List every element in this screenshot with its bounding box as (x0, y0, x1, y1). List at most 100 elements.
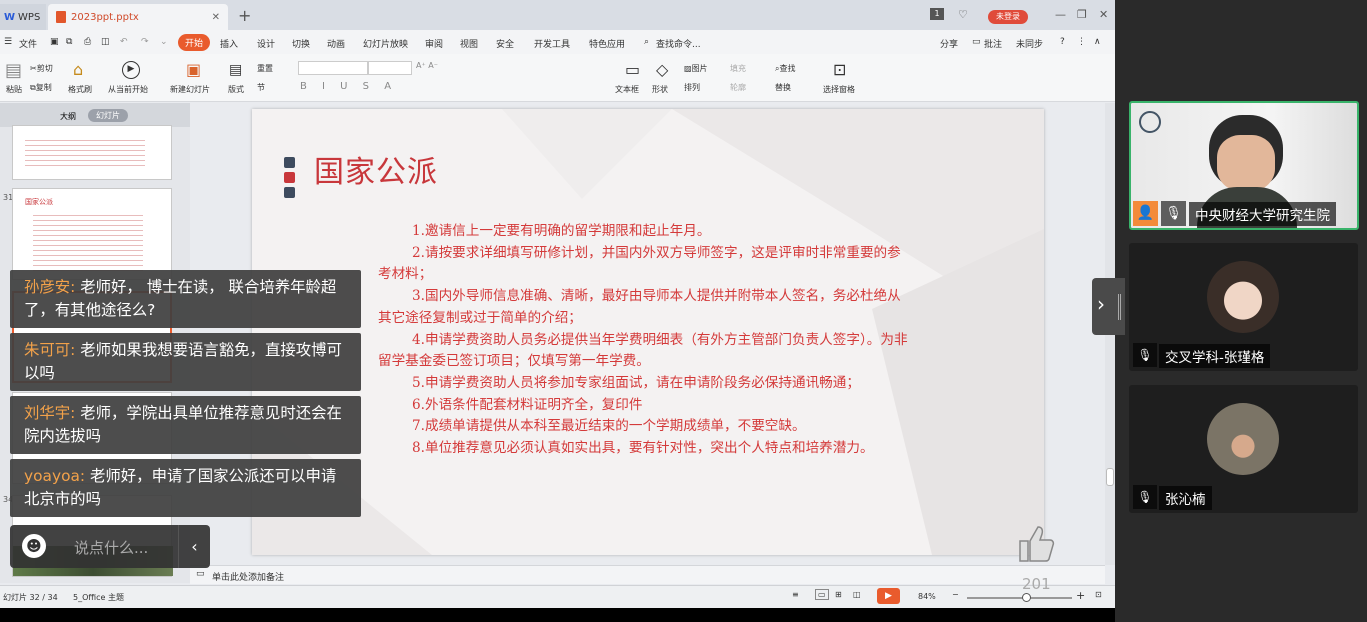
format-painter-icon[interactable]: ⌂ (73, 60, 83, 79)
chat-input-box[interactable]: ☻ 说点什么... ‹ (10, 525, 210, 568)
like-widget[interactable]: 201 (1016, 525, 1056, 593)
tab-start[interactable]: 开始 (178, 34, 211, 51)
select-pane-button[interactable]: 选择窗格 (823, 84, 855, 95)
slide-thumbnail-31[interactable]: 国家公派 (12, 188, 172, 280)
textbox-button[interactable]: 文本框 (615, 84, 639, 95)
new-slide-button[interactable]: 新建幻灯片 (170, 84, 210, 95)
thumbs-up-icon[interactable] (1016, 525, 1056, 563)
login-button[interactable]: 未登录 (988, 10, 1028, 24)
sync-button[interactable]: 未同步 (1016, 37, 1043, 50)
replace-button[interactable]: 替换 (775, 82, 791, 93)
tab-insert[interactable]: 插入 (220, 37, 238, 50)
tab-security[interactable]: 安全 (496, 37, 514, 50)
layout-icon[interactable]: 1 (930, 8, 944, 20)
export-icon[interactable]: ⧉ (66, 37, 72, 47)
play-icon[interactable]: ▶ (122, 61, 140, 79)
panel-toggle[interactable]: › (1092, 278, 1125, 335)
new-slide-icon[interactable]: ▣ (186, 60, 201, 79)
fit-window-icon[interactable]: ⊡ (1095, 590, 1102, 599)
collapse-ribbon-icon[interactable]: ∧ (1094, 37, 1101, 47)
comment-button[interactable]: 批注 (984, 37, 1002, 50)
text-format-icons[interactable]: B I U S A (300, 81, 397, 92)
muted-microphone-icon[interactable]: 🎙 (1133, 485, 1157, 509)
shape-icon[interactable]: ◇ (656, 60, 668, 79)
outline-button[interactable]: 轮廓 (730, 82, 746, 93)
add-tab-icon[interactable]: + (238, 6, 251, 25)
hamburger-icon[interactable]: ☰ (4, 37, 12, 47)
help-icon[interactable]: ? (1060, 37, 1065, 47)
more-icon[interactable]: ⋮ (1077, 37, 1086, 47)
tab-slides[interactable]: 幻灯片 (88, 109, 128, 122)
tab-features[interactable]: 特色应用 (589, 37, 625, 50)
textbox-icon[interactable]: ▭ (625, 60, 640, 79)
tab-developer[interactable]: 开发工具 (534, 37, 570, 50)
shape-button[interactable]: 形状 (652, 84, 668, 95)
paste-icon[interactable]: ▤ (5, 60, 22, 81)
file-tab-label: 2023ppt.pptx (71, 11, 139, 23)
format-painter-button[interactable]: 格式刷 (68, 84, 92, 95)
zoom-in-icon[interactable]: + (1076, 589, 1085, 602)
slideshow-play-icon[interactable]: ▶ (877, 588, 900, 604)
restore-icon[interactable]: ❐ (1077, 8, 1087, 21)
find-button[interactable]: ⌕查找 (775, 63, 795, 74)
preview-icon[interactable]: ◫ (101, 37, 110, 47)
picture-button[interactable]: ▨图片 (684, 63, 708, 74)
tab-design[interactable]: 设计 (257, 37, 275, 50)
close-tab-icon[interactable]: ✕ (212, 12, 220, 23)
font-size-select[interactable] (368, 61, 412, 75)
reset-button[interactable]: 重置 (257, 63, 273, 74)
zoom-slider[interactable] (967, 593, 1072, 602)
cut-button[interactable]: ✂剪切 (30, 63, 53, 74)
redo-icon[interactable]: ↷ (141, 37, 149, 47)
paste-button[interactable]: 粘贴 (6, 84, 22, 95)
select-pane-icon[interactable]: ⊡ (833, 60, 846, 79)
zoom-out-icon[interactable]: − (952, 590, 959, 599)
video-tile-host[interactable]: 👤 🎙 中央财经大学研究生院 (1129, 101, 1359, 230)
notes-toggle-icon[interactable]: ≡ (792, 590, 799, 599)
section-button[interactable]: 节 (257, 82, 265, 93)
chevron-right-icon[interactable]: › (1097, 292, 1105, 316)
scroll-thumb[interactable] (1106, 468, 1114, 486)
tab-slideshow[interactable]: 幻灯片放映 (363, 37, 408, 50)
video-tile-participant[interactable]: 🎙 张沁楠 (1129, 385, 1358, 513)
layout-icon[interactable]: ▤ (229, 62, 242, 78)
font-family-select[interactable] (298, 61, 368, 75)
command-search[interactable]: 查找命令... (656, 37, 701, 50)
emoji-icon[interactable]: ☻ (22, 534, 46, 558)
drag-handle-icon[interactable] (1118, 294, 1121, 320)
video-tile-participant[interactable]: 🎙 交叉学科-张瑾格 (1129, 243, 1358, 371)
print-icon[interactable]: ⎙ (84, 37, 91, 47)
current-slide[interactable]: 国家公派 1.邀请信上一定要有明确的留学期限和起止年月。 2.请按要求详细填写研… (252, 109, 1044, 555)
collapse-chat-icon[interactable]: ‹ (178, 525, 210, 568)
undo-icon[interactable]: ↶ (120, 37, 128, 47)
close-window-icon[interactable]: ✕ (1099, 8, 1108, 21)
tab-outline[interactable]: 大纲 (60, 111, 76, 122)
file-tab[interactable]: 2023ppt.pptx ✕ (48, 4, 228, 30)
slide-thumbnail-30[interactable] (12, 125, 172, 180)
tab-animation[interactable]: 动画 (327, 37, 345, 50)
dropdown-icon[interactable]: ⌄ (160, 37, 168, 47)
font-grow-icon[interactable]: A⁺ A⁻ (416, 61, 438, 70)
zoom-slider-handle[interactable] (1021, 593, 1031, 602)
wps-home-tab[interactable]: W WPS (0, 4, 46, 30)
tab-transition[interactable]: 切换 (292, 37, 310, 50)
layout-button[interactable]: 版式 (228, 84, 244, 95)
chat-message: 孙彦安: 老师好， 博士在读， 联合培养年龄超了，有其他途径么? (10, 270, 361, 328)
muted-microphone-icon[interactable]: 🎙 (1133, 343, 1157, 367)
notes-pane[interactable]: ▭ 单击此处添加备注 (190, 565, 1105, 584)
menu-file[interactable]: 文件 (19, 37, 37, 50)
minimize-icon[interactable]: — (1055, 8, 1066, 21)
copy-button[interactable]: ⧉复制 (30, 82, 52, 93)
sorter-view-icon[interactable]: ⊞ (835, 590, 842, 599)
save-icon[interactable]: ▣ (50, 37, 59, 47)
share-button[interactable]: 分享 (940, 37, 958, 50)
tab-review[interactable]: 审阅 (425, 37, 443, 50)
tab-view[interactable]: 视图 (460, 37, 478, 50)
reading-view-icon[interactable]: ◫ (853, 590, 861, 599)
skin-icon[interactable]: ♡ (958, 8, 968, 21)
from-current-button[interactable]: 从当前开始 (108, 84, 148, 95)
microphone-icon[interactable]: 🎙 (1161, 201, 1186, 226)
normal-view-icon[interactable]: ▭ (815, 589, 829, 600)
fill-button[interactable]: 填充 (730, 63, 746, 74)
arrange-button[interactable]: 排列 (684, 82, 700, 93)
